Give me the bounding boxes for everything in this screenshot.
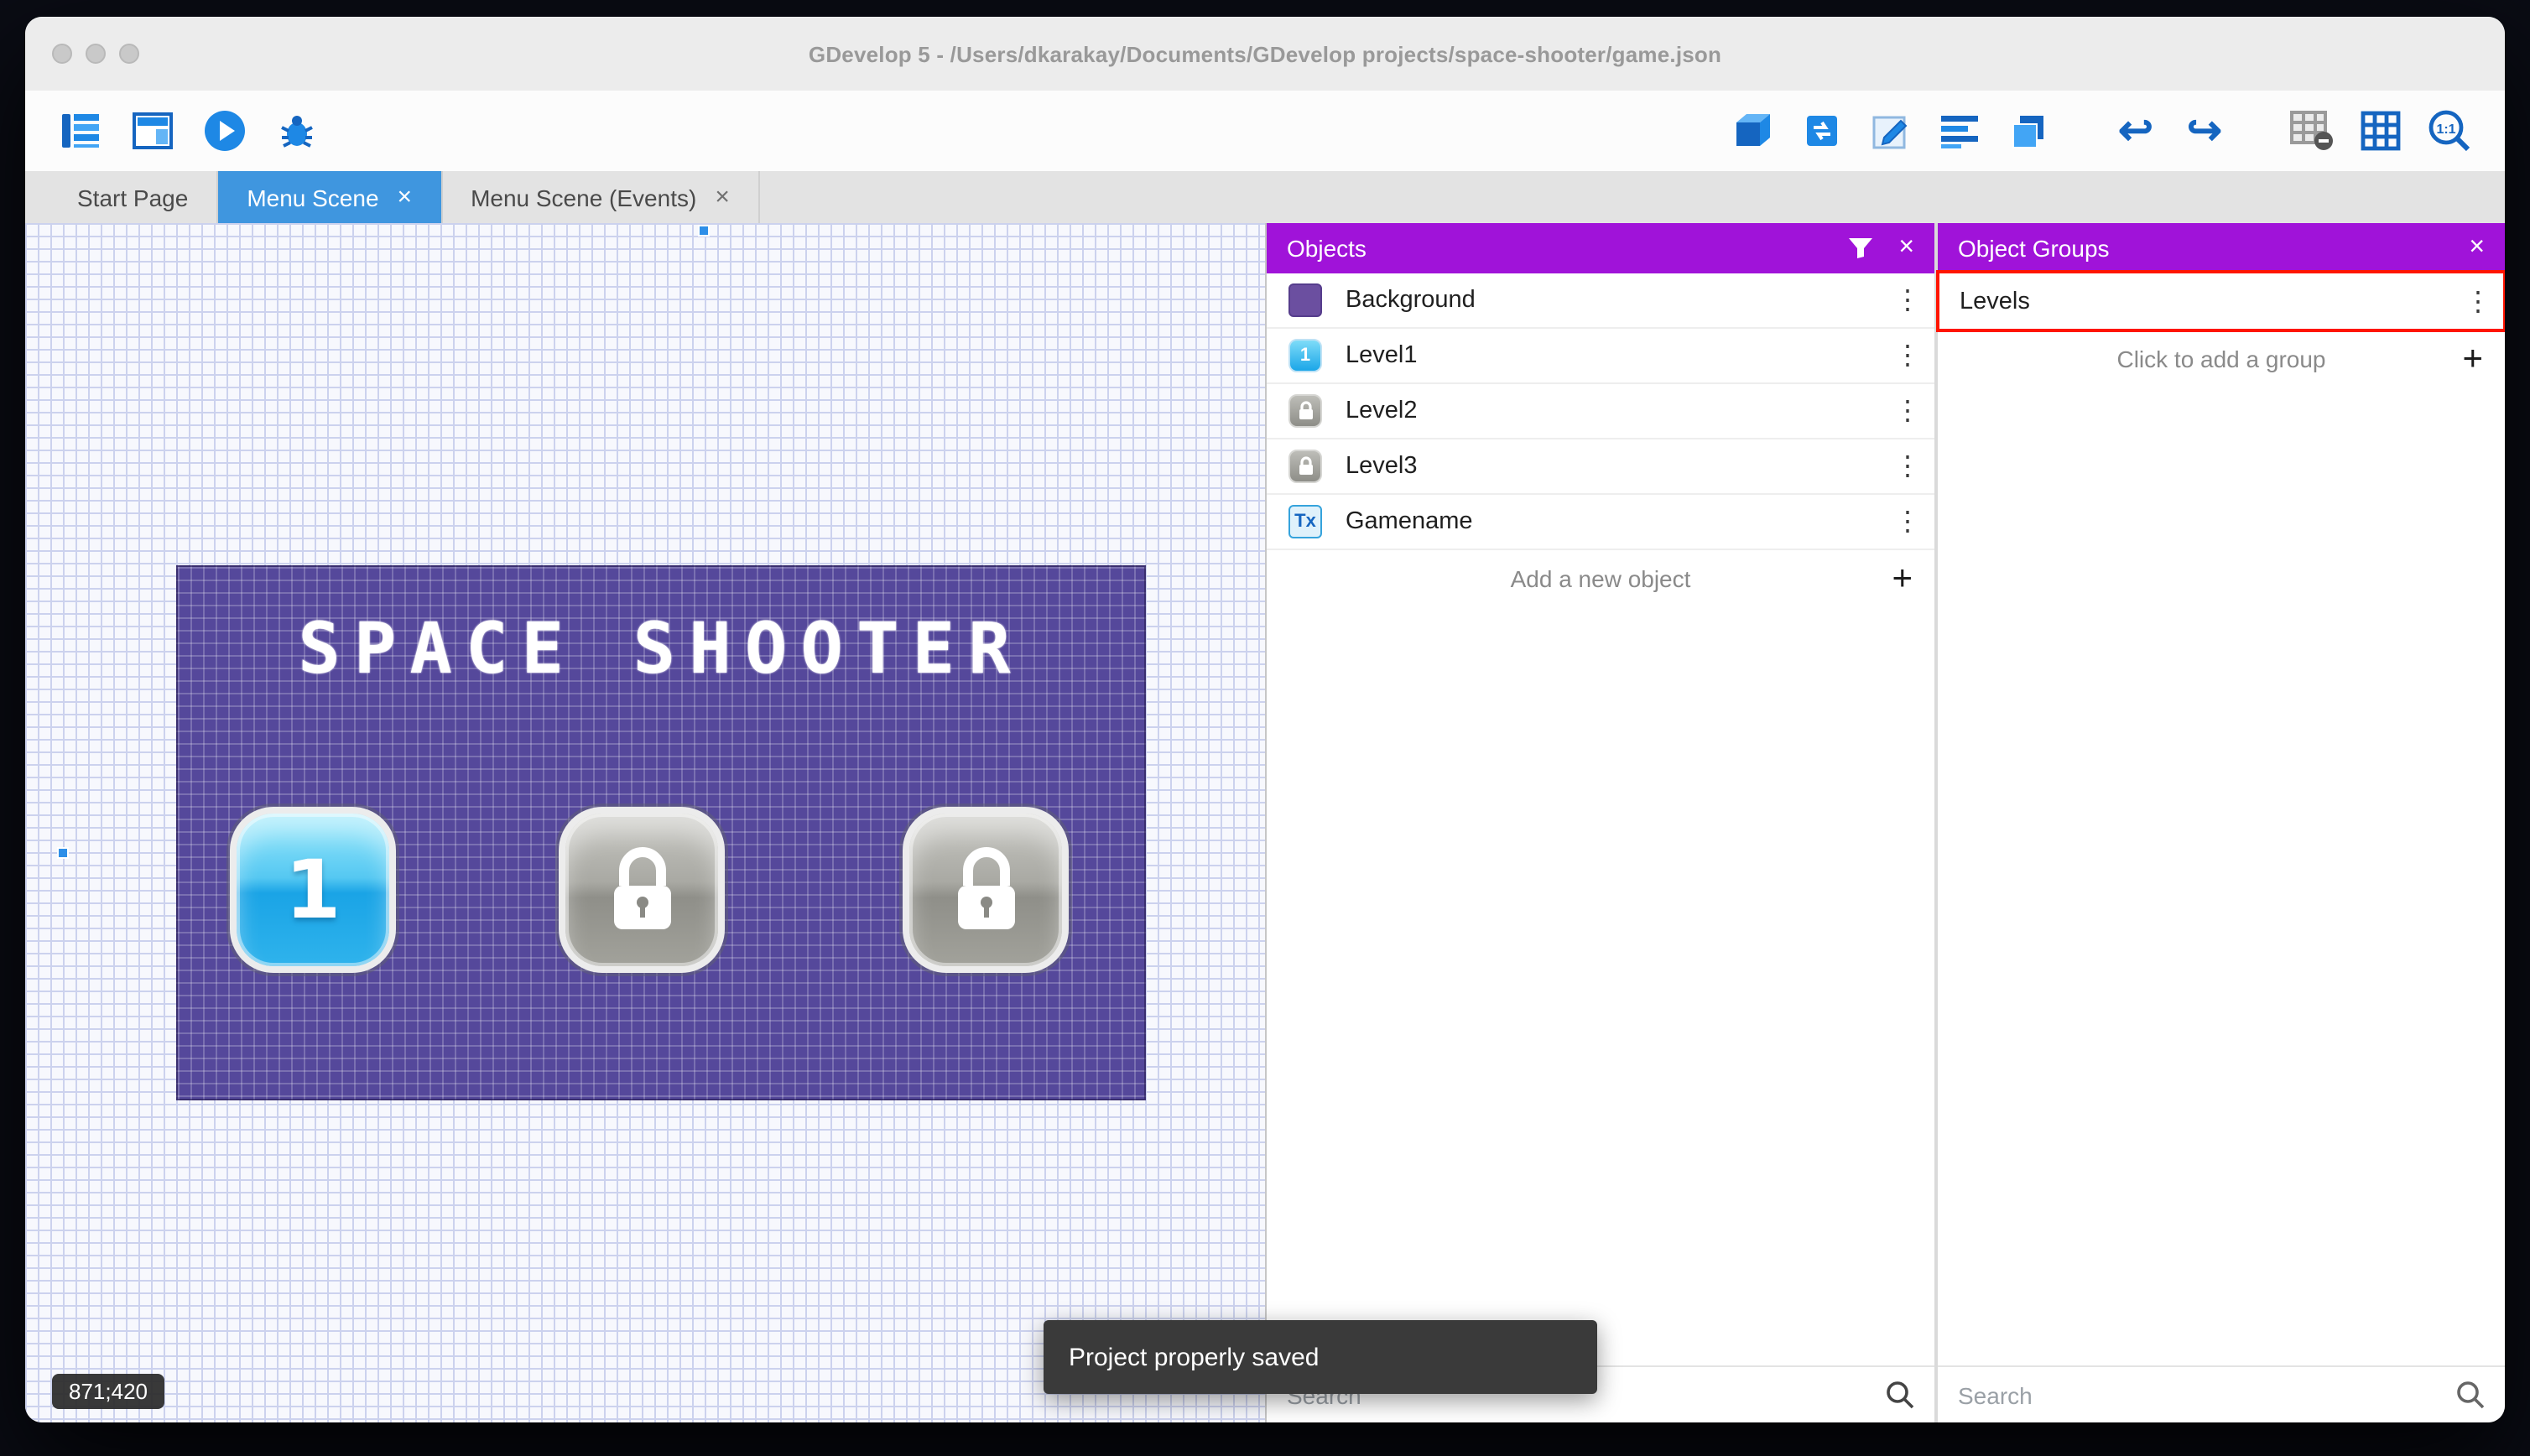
object-name: Level3	[1346, 453, 1418, 480]
level2-button-object[interactable]	[559, 807, 725, 973]
redo-glyph: ↪	[2187, 107, 2222, 153]
traffic-lights	[52, 17, 139, 91]
level1-thumbnail-icon: 1	[1288, 339, 1322, 372]
toast-message: Project properly saved	[1069, 1343, 1320, 1371]
selection-handle[interactable]	[57, 847, 69, 859]
events-sheet-icon[interactable]	[1938, 109, 1981, 153]
locked-thumbnail-icon	[1288, 394, 1322, 428]
game-title-text-object[interactable]: SPACE SHOOTER	[178, 607, 1144, 689]
object-name: Level2	[1346, 398, 1418, 424]
close-panel-icon[interactable]: ×	[1898, 234, 1914, 262]
scene-editor-icon[interactable]	[1731, 109, 1775, 153]
toggle-mask-icon[interactable]	[2290, 109, 2334, 153]
title-bar: GDevelop 5 - /Users/dkarakay/Documents/G…	[25, 17, 2505, 91]
objects-panel: Objects × Background ⋮ 1 Level1 ⋮ Level2…	[1267, 223, 1938, 1422]
tab-label: Menu Scene (Events)	[471, 184, 697, 211]
object-groups-panel-header: Object Groups ×	[1938, 223, 2505, 273]
add-object-label: Add a new object	[1510, 564, 1691, 591]
text-object-icon: Tx	[1288, 505, 1322, 538]
tab-menu-scene[interactable]: Menu Scene ×	[218, 171, 443, 223]
objects-editor-icon[interactable]	[1800, 109, 1844, 153]
close-tab-icon[interactable]: ×	[398, 185, 413, 210]
object-groups-panel-title: Object Groups	[1958, 235, 2110, 262]
group-row-levels[interactable]: Levels ⋮	[1936, 270, 2505, 332]
object-row-level1[interactable]: 1 Level1 ⋮	[1267, 329, 1934, 384]
project-manager-icon[interactable]	[59, 109, 102, 153]
preview-window-icon[interactable]	[131, 109, 174, 153]
object-name: Background	[1346, 287, 1476, 314]
close-window-button[interactable]	[52, 44, 72, 64]
search-icon	[2457, 1381, 2485, 1409]
level1-button-object[interactable]: 1	[230, 807, 396, 973]
object-menu-icon[interactable]: ⋮	[1894, 394, 1921, 428]
add-object-plus-icon[interactable]: +	[1892, 560, 1913, 595]
tab-start-page[interactable]: Start Page	[49, 171, 219, 223]
lock-icon	[957, 846, 1014, 928]
redo-icon[interactable]: ↪	[2183, 109, 2226, 153]
object-name: Gamename	[1346, 508, 1473, 535]
cursor-coordinates-badge: 871;420	[52, 1374, 164, 1409]
object-row-level2[interactable]: Level2 ⋮	[1267, 384, 1934, 439]
level3-button-object[interactable]	[903, 807, 1069, 973]
close-panel-icon[interactable]: ×	[2469, 234, 2485, 262]
screen: GDevelop 5 - /Users/dkarakay/Documents/G…	[0, 0, 2530, 1456]
scene-canvas[interactable]: SPACE SHOOTER 1 871;420	[25, 223, 1267, 1422]
search-icon	[1887, 1381, 1914, 1409]
gdevelop-window: GDevelop 5 - /Users/dkarakay/Documents/G…	[25, 17, 2505, 1422]
object-menu-icon[interactable]: ⋮	[1894, 450, 1921, 483]
toolbar-right-group: ↩ ↪ 1:1	[1731, 109, 2471, 153]
toolbar-left-group	[59, 109, 319, 153]
object-groups-panel: Object Groups × Levels ⋮ Click to add a …	[1936, 223, 2505, 1422]
zoom-window-button[interactable]	[119, 44, 139, 64]
undo-glyph: ↩	[2118, 107, 2153, 153]
close-tab-icon[interactable]: ×	[715, 185, 730, 210]
object-menu-icon[interactable]: ⋮	[1894, 283, 1921, 317]
add-group-plus-icon[interactable]: +	[2462, 341, 2483, 376]
window-title: GDevelop 5 - /Users/dkarakay/Documents/G…	[808, 41, 1722, 66]
main-toolbar: ↩ ↪ 1:1	[25, 91, 2505, 171]
edit-scene-icon[interactable]	[1869, 109, 1913, 153]
add-object-row[interactable]: Add a new object +	[1267, 550, 1934, 606]
object-menu-icon[interactable]: ⋮	[1894, 339, 1921, 372]
background-swatch-icon	[1288, 283, 1322, 317]
group-name: Levels	[1960, 288, 2030, 315]
add-group-row[interactable]: Click to add a group +	[1938, 330, 2505, 386]
level-number: 1	[284, 843, 341, 937]
object-row-gamename[interactable]: Tx Gamename ⋮	[1267, 495, 1934, 550]
selection-handle[interactable]	[698, 225, 710, 237]
preview-play-icon[interactable]	[203, 109, 247, 153]
object-menu-icon[interactable]: ⋮	[1894, 505, 1921, 538]
objects-panel-header: Objects ×	[1267, 223, 1934, 273]
group-menu-icon[interactable]: ⋮	[2465, 284, 2491, 318]
tab-bar: Start Page Menu Scene × Menu Scene (Even…	[25, 171, 2505, 223]
object-row-background[interactable]: Background ⋮	[1267, 273, 1934, 329]
groups-search-input[interactable]	[1958, 1381, 2443, 1408]
filter-icon[interactable]	[1846, 237, 1873, 260]
add-group-label: Click to add a group	[2116, 345, 2326, 372]
scene-background-object[interactable]: SPACE SHOOTER 1	[176, 565, 1146, 1100]
save-toast: Project properly saved	[1044, 1320, 1597, 1394]
objects-panel-title: Objects	[1287, 235, 1367, 262]
locked-thumbnail-icon	[1288, 450, 1322, 483]
tab-label: Start Page	[77, 184, 189, 211]
groups-search-bar	[1938, 1365, 2505, 1422]
layers-icon[interactable]	[2007, 109, 2050, 153]
toggle-grid-icon[interactable]	[2359, 109, 2402, 153]
debugger-icon[interactable]	[275, 109, 319, 153]
tab-label: Menu Scene	[247, 184, 379, 211]
zoom-1-1-icon[interactable]: 1:1	[2428, 109, 2471, 153]
object-row-level3[interactable]: Level3 ⋮	[1267, 439, 1934, 495]
tab-menu-scene-events[interactable]: Menu Scene (Events) ×	[442, 171, 760, 223]
lock-icon	[613, 846, 670, 928]
minimize-window-button[interactable]	[86, 44, 106, 64]
object-name: Level1	[1346, 342, 1418, 369]
undo-icon[interactable]: ↩	[2114, 109, 2158, 153]
main-area: SPACE SHOOTER 1 871;420 Objects × Backgr…	[25, 223, 2505, 1422]
zoom-level-label: 1:1	[2436, 122, 2455, 137]
